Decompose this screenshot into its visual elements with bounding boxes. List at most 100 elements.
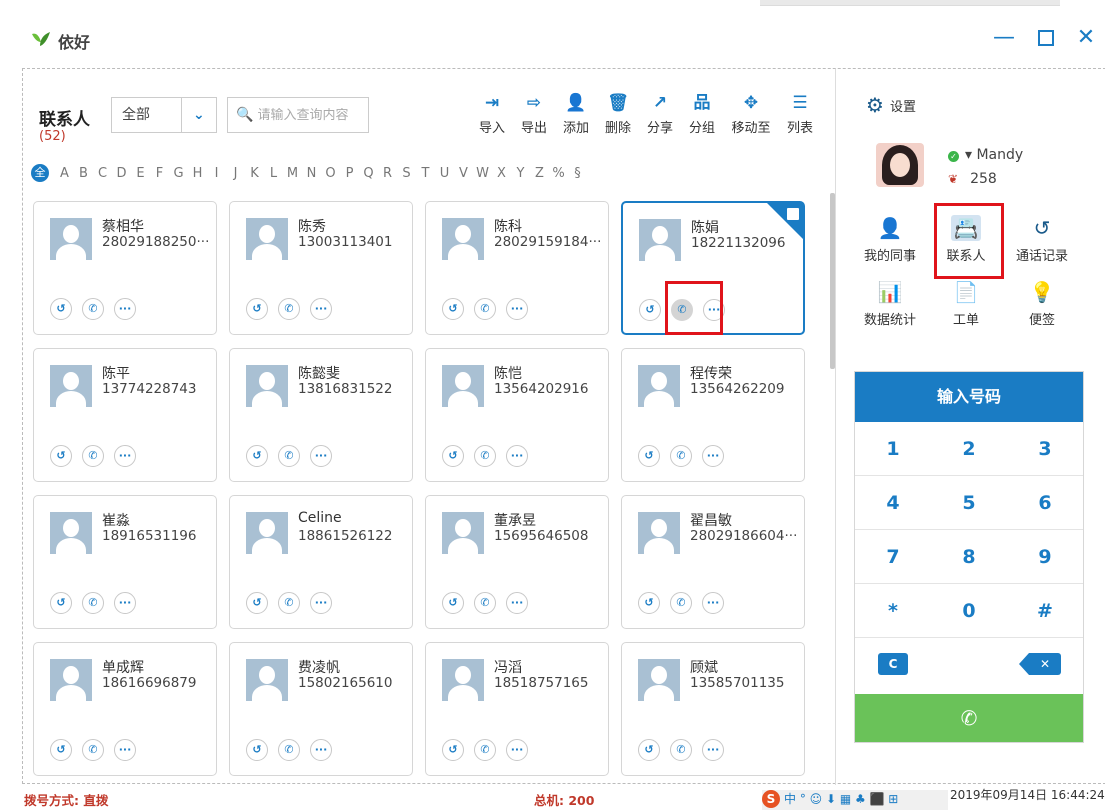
dialpad-key[interactable]: 4 <box>855 476 931 529</box>
contact-card[interactable]: Celine 18861526122 ↺ ✆ ··· <box>229 495 413 629</box>
alphabet-letter[interactable]: C <box>93 166 112 181</box>
history-button[interactable]: ↺ <box>246 445 268 467</box>
more-button[interactable]: ··· <box>506 298 528 320</box>
search-box[interactable]: 🔍 <box>227 97 369 133</box>
call-contact-button[interactable]: ✆ <box>278 445 300 467</box>
history-button[interactable]: ↺ <box>442 592 464 614</box>
contact-card[interactable]: 陈平 13774228743 ↺ ✆ ··· <box>33 348 217 482</box>
delete-button[interactable]: 🗑 删除 <box>597 91 639 136</box>
sidebar-item[interactable]: 📄 工单 <box>934 279 998 328</box>
contact-card[interactable]: 翟昌敏 28029186604··· ↺ ✆ ··· <box>621 495 805 629</box>
alphabet-letter[interactable]: H <box>188 166 207 181</box>
share-button[interactable]: ↗ 分享 <box>639 91 681 136</box>
dialpad-key[interactable]: * <box>855 584 931 637</box>
settings-button[interactable]: ⚙ 设置 <box>866 93 916 117</box>
call-contact-button[interactable]: ✆ <box>82 298 104 320</box>
call-contact-button[interactable]: ✆ <box>474 739 496 761</box>
alphabet-letter[interactable]: W <box>473 166 492 181</box>
contact-card[interactable]: 蔡相华 28029188250··· ↺ ✆ ··· <box>33 201 217 335</box>
history-button[interactable]: ↺ <box>50 445 72 467</box>
history-button[interactable]: ↺ <box>638 592 660 614</box>
alphabet-letter[interactable]: B <box>74 166 93 181</box>
alphabet-letter[interactable]: § <box>568 166 587 181</box>
search-input[interactable] <box>257 107 368 123</box>
alphabet-letter[interactable]: E <box>131 166 150 181</box>
dialpad-key[interactable]: 8 <box>931 530 1007 583</box>
alphabet-letter[interactable]: K <box>245 166 264 181</box>
dialpad-key[interactable]: 1 <box>855 422 931 475</box>
more-button[interactable]: ··· <box>702 592 724 614</box>
call-contact-button[interactable]: ✆ <box>474 592 496 614</box>
contact-card[interactable]: 陈懿斐 13816831522 ↺ ✆ ··· <box>229 348 413 482</box>
alphabet-letter[interactable]: N <box>302 166 321 181</box>
contact-card[interactable]: 冯滔 18518757165 ↺ ✆ ··· <box>425 642 609 776</box>
more-button[interactable]: ··· <box>114 739 136 761</box>
call-contact-button[interactable]: ✆ <box>278 298 300 320</box>
avatar[interactable] <box>876 143 924 187</box>
contact-card[interactable]: 崔淼 18916531196 ↺ ✆ ··· <box>33 495 217 629</box>
alphabet-letter[interactable]: D <box>112 166 131 181</box>
add-button[interactable]: 👤 添加 <box>555 91 597 136</box>
contact-card[interactable]: 陈科 28029159184··· ↺ ✆ ··· <box>425 201 609 335</box>
list-view-button[interactable]: ☰ 列表 <box>779 91 821 136</box>
history-button[interactable]: ↺ <box>442 445 464 467</box>
more-button[interactable]: ··· <box>310 739 332 761</box>
maximize-button[interactable] <box>1030 22 1062 54</box>
more-button[interactable]: ··· <box>506 445 528 467</box>
call-contact-button[interactable]: ✆ <box>278 592 300 614</box>
history-button[interactable]: ↺ <box>638 739 660 761</box>
alphabet-letter[interactable]: V <box>454 166 473 181</box>
minimize-button[interactable]: — <box>988 22 1020 54</box>
history-button[interactable]: ↺ <box>50 739 72 761</box>
ime-toolbar[interactable]: S 中 ° ☺ ⬇ ▦ ♣ ⬛ ⊞ <box>762 790 948 810</box>
more-button[interactable]: ··· <box>310 445 332 467</box>
call-contact-button[interactable]: ✆ <box>278 739 300 761</box>
alphabet-letter[interactable]: Y <box>511 166 530 181</box>
dialpad-key[interactable]: 6 <box>1007 476 1083 529</box>
group-button[interactable]: 品分组 <box>681 91 723 136</box>
alphabet-letter[interactable]: P <box>340 166 359 181</box>
alphabet-letter[interactable]: U <box>435 166 454 181</box>
alphabet-letter[interactable]: M <box>283 166 302 181</box>
history-button[interactable]: ↺ <box>246 298 268 320</box>
contact-card[interactable]: 董承昱 15695646508 ↺ ✆ ··· <box>425 495 609 629</box>
dialpad-key[interactable]: # <box>1007 584 1083 637</box>
dialpad-title[interactable]: 输入号码 <box>855 372 1083 422</box>
dialpad-key[interactable]: 2 <box>931 422 1007 475</box>
sidebar-item[interactable]: 📊 数据统计 <box>858 279 922 328</box>
alphabet-letter[interactable]: R <box>378 166 397 181</box>
alphabet-letter[interactable]: Q <box>359 166 378 181</box>
close-button[interactable]: ✕ <box>1070 22 1102 54</box>
alphabet-letter[interactable]: S <box>397 166 416 181</box>
backspace-button[interactable]: ✕ <box>1019 653 1061 675</box>
alphabet-letter[interactable]: G <box>169 166 188 181</box>
more-button[interactable]: ··· <box>702 739 724 761</box>
history-button[interactable]: ↺ <box>638 445 660 467</box>
contact-card[interactable]: 程传荣 13564262209 ↺ ✆ ··· <box>621 348 805 482</box>
dialpad-key[interactable]: 0 <box>931 584 1007 637</box>
dialpad-key[interactable]: 9 <box>1007 530 1083 583</box>
dialpad-key[interactable]: 5 <box>931 476 1007 529</box>
more-button[interactable]: ··· <box>310 592 332 614</box>
alphabet-letter[interactable]: O <box>321 166 340 181</box>
group-filter-select[interactable]: 全部 ⌄ <box>111 97 217 133</box>
history-button[interactable]: ↺ <box>50 592 72 614</box>
alphabet-letter[interactable]: F <box>150 166 169 181</box>
more-button[interactable]: ··· <box>506 739 528 761</box>
call-contact-button[interactable]: ✆ <box>82 592 104 614</box>
clear-button[interactable]: C <box>878 653 908 675</box>
dialpad-key[interactable]: 3 <box>1007 422 1083 475</box>
call-contact-button[interactable]: ✆ <box>670 445 692 467</box>
more-button[interactable]: ··· <box>114 592 136 614</box>
sidebar-item[interactable]: 👤 我的同事 <box>858 215 922 264</box>
move-to-button[interactable]: ✥ 移动至 <box>723 91 779 136</box>
history-button[interactable]: ↺ <box>442 298 464 320</box>
chevron-down-icon[interactable]: ⌄ <box>180 98 216 132</box>
call-button[interactable]: ✆ <box>855 694 1083 742</box>
user-status[interactable]: ✓ ▾ Mandy <box>948 147 1023 163</box>
more-button[interactable]: ··· <box>702 445 724 467</box>
more-button[interactable]: ··· <box>506 592 528 614</box>
call-contact-button[interactable]: ✆ <box>82 739 104 761</box>
history-button[interactable]: ↺ <box>50 298 72 320</box>
alphabet-letter[interactable]: % <box>549 166 568 181</box>
